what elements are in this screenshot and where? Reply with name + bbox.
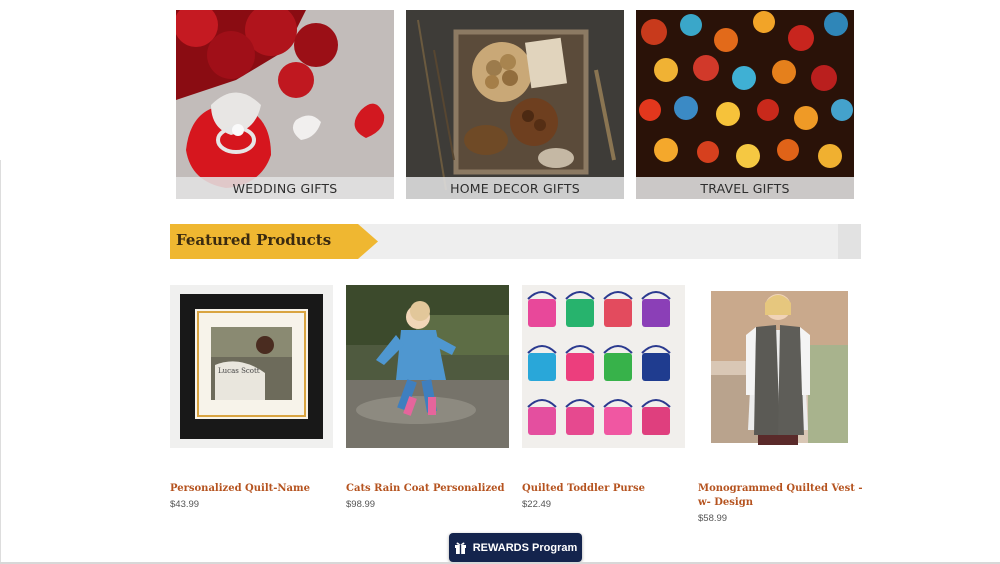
product-name[interactable]: Cats Rain Coat Personalized — [346, 482, 511, 496]
category-label: HOME DECOR GIFTS — [450, 180, 580, 196]
product-price: $22.49 — [522, 499, 552, 510]
product-price: $58.99 — [698, 513, 728, 524]
category-home-decor-gifts[interactable]: HOME DECOR GIFTS — [406, 10, 624, 199]
featured-products-header: Featured Products — [170, 224, 861, 259]
header-end-box — [838, 224, 861, 259]
rewards-program-button[interactable]: REWARDS Program — [449, 533, 582, 562]
category-wedding-gifts[interactable]: WEDDING GIFTS — [176, 10, 394, 199]
product-price: $98.99 — [346, 499, 376, 510]
product-name[interactable]: Monogrammed Quilted Vest -w- Design — [698, 482, 863, 510]
category-travel-gifts[interactable]: TRAVEL GIFTS — [636, 10, 854, 199]
page-border — [0, 160, 1, 564]
product-image[interactable] — [522, 285, 685, 448]
quilt-name-text: Lucas Scott — [218, 367, 260, 375]
travel-gifts-image — [636, 10, 854, 199]
rain-coat-image — [346, 285, 509, 448]
product-price: $43.99 — [170, 499, 200, 510]
gift-icon — [454, 542, 466, 554]
product-name[interactable]: Quilted Toddler Purse — [522, 482, 687, 496]
featured-products-title: Featured Products — [176, 231, 332, 249]
quilted-vest-image — [698, 285, 861, 448]
category-label-bar: WEDDING GIFTS — [176, 177, 394, 199]
category-label: WEDDING GIFTS — [232, 180, 338, 196]
category-label-bar: HOME DECOR GIFTS — [406, 177, 624, 199]
category-label-bar: TRAVEL GIFTS — [636, 177, 854, 199]
toddler-purse-image — [522, 285, 685, 448]
featured-products-tab: Featured Products — [170, 224, 378, 259]
wedding-gifts-image — [176, 10, 394, 199]
product-image[interactable]: Lucas Scott — [170, 285, 333, 448]
product-image[interactable] — [698, 285, 861, 448]
product-name[interactable]: Personalized Quilt-Name — [170, 482, 335, 496]
quilt-image: Lucas Scott — [170, 285, 333, 448]
category-label: TRAVEL GIFTS — [700, 180, 790, 196]
home-decor-gifts-image — [406, 10, 624, 199]
product-image[interactable] — [346, 285, 509, 448]
rewards-label: REWARDS Program — [472, 541, 578, 554]
